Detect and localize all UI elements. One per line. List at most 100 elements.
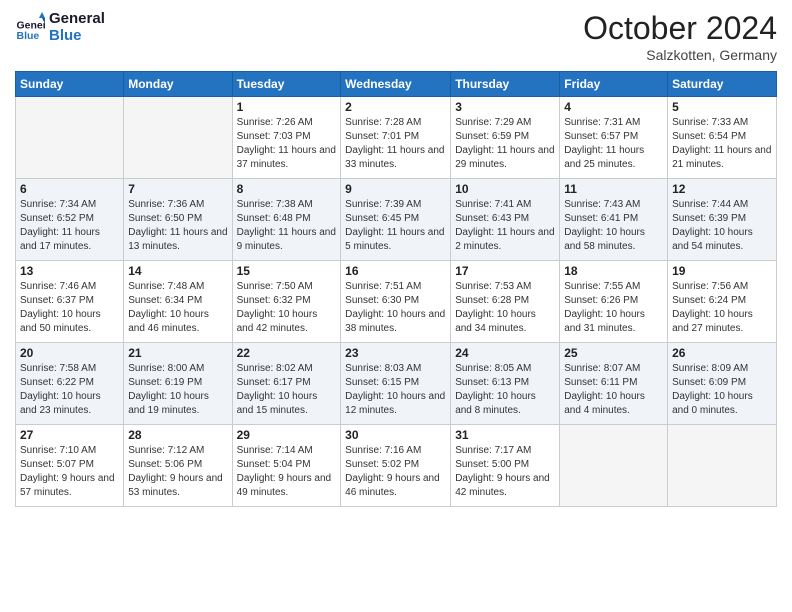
day-info: Sunrise: 7:36 AMSunset: 6:50 PMDaylight:…: [128, 198, 227, 254]
day-number: 19: [672, 264, 772, 278]
svg-text:Blue: Blue: [17, 30, 40, 42]
calendar-header-row: Sunday Monday Tuesday Wednesday Thursday…: [16, 72, 777, 97]
col-wednesday: Wednesday: [341, 72, 451, 97]
day-number: 6: [20, 182, 119, 196]
day-info: Sunrise: 7:31 AMSunset: 6:57 PMDaylight:…: [564, 116, 663, 172]
table-row: 6 Sunrise: 7:34 AMSunset: 6:52 PMDaylight…: [16, 179, 124, 261]
table-row: 19 Sunrise: 7:56 AMSunset: 6:24 PMDayligh…: [668, 261, 777, 343]
day-info: Sunrise: 7:10 AMSunset: 5:07 PMDaylight:…: [20, 444, 119, 500]
col-tuesday: Tuesday: [232, 72, 341, 97]
day-info: Sunrise: 8:03 AMSunset: 6:15 PMDaylight:…: [345, 362, 446, 418]
day-number: 9: [345, 182, 446, 196]
day-info: Sunrise: 7:34 AMSunset: 6:52 PMDaylight:…: [20, 198, 119, 254]
logo: General Blue General Blue: [15, 10, 105, 45]
logo-icon: General Blue: [15, 12, 45, 42]
calendar-week-row: 13 Sunrise: 7:46 AMSunset: 6:37 PMDayligh…: [16, 261, 777, 343]
table-row: 13 Sunrise: 7:46 AMSunset: 6:37 PMDayligh…: [16, 261, 124, 343]
day-number: 30: [345, 428, 446, 442]
day-number: 17: [455, 264, 555, 278]
day-number: 13: [20, 264, 119, 278]
day-info: Sunrise: 7:56 AMSunset: 6:24 PMDaylight:…: [672, 280, 772, 336]
day-number: 5: [672, 100, 772, 114]
day-info: Sunrise: 7:46 AMSunset: 6:37 PMDaylight:…: [20, 280, 119, 336]
col-monday: Monday: [124, 72, 232, 97]
table-row: 7 Sunrise: 7:36 AMSunset: 6:50 PMDaylight…: [124, 179, 232, 261]
col-saturday: Saturday: [668, 72, 777, 97]
day-info: Sunrise: 7:51 AMSunset: 6:30 PMDaylight:…: [345, 280, 446, 336]
table-row: 23 Sunrise: 8:03 AMSunset: 6:15 PMDayligh…: [341, 343, 451, 425]
table-row: 28Sunrise: 7:12 AMSunset: 5:06 PMDayligh…: [124, 425, 232, 507]
page-header: General Blue General Blue October 2024 S…: [15, 10, 777, 63]
month-title: October 2024: [583, 10, 777, 47]
day-info: Sunrise: 7:16 AMSunset: 5:02 PMDaylight:…: [345, 444, 446, 500]
day-number: 24: [455, 346, 555, 360]
day-info: Sunrise: 7:33 AMSunset: 6:54 PMDaylight:…: [672, 116, 772, 172]
calendar-week-row: 20Sunrise: 7:58 AMSunset: 6:22 PMDayligh…: [16, 343, 777, 425]
table-row: [16, 97, 124, 179]
day-info: Sunrise: 7:53 AMSunset: 6:28 PMDaylight:…: [455, 280, 555, 336]
table-row: 1Sunrise: 7:26 AMSunset: 7:03 PMDaylight…: [232, 97, 341, 179]
day-number: 23: [345, 346, 446, 360]
col-friday: Friday: [560, 72, 668, 97]
day-number: 22: [237, 346, 337, 360]
table-row: [124, 97, 232, 179]
day-info: Sunrise: 7:14 AMSunset: 5:04 PMDaylight:…: [237, 444, 337, 500]
day-info: Sunrise: 7:44 AMSunset: 6:39 PMDaylight:…: [672, 198, 772, 254]
day-info: Sunrise: 7:50 AMSunset: 6:32 PMDaylight:…: [237, 280, 337, 336]
table-row: 4 Sunrise: 7:31 AMSunset: 6:57 PMDaylight…: [560, 97, 668, 179]
table-row: 10 Sunrise: 7:41 AMSunset: 6:43 PMDayligh…: [451, 179, 560, 261]
table-row: 24 Sunrise: 8:05 AMSunset: 6:13 PMDayligh…: [451, 343, 560, 425]
table-row: 26 Sunrise: 8:09 AMSunset: 6:09 PMDayligh…: [668, 343, 777, 425]
day-number: 15: [237, 264, 337, 278]
location: Salzkotten, Germany: [583, 47, 777, 63]
table-row: 27 Sunrise: 7:10 AMSunset: 5:07 PMDayligh…: [16, 425, 124, 507]
day-number: 14: [128, 264, 227, 278]
table-row: 25 Sunrise: 8:07 AMSunset: 6:11 PMDayligh…: [560, 343, 668, 425]
day-number: 27: [20, 428, 119, 442]
day-number: 4: [564, 100, 663, 114]
day-info: Sunrise: 7:48 AMSunset: 6:34 PMDaylight:…: [128, 280, 227, 336]
table-row: 31 Sunrise: 7:17 AMSunset: 5:00 PMDayligh…: [451, 425, 560, 507]
day-info: Sunrise: 7:43 AMSunset: 6:41 PMDaylight:…: [564, 198, 663, 254]
day-info: Sunrise: 7:17 AMSunset: 5:00 PMDaylight:…: [455, 444, 555, 500]
day-number: 10: [455, 182, 555, 196]
day-number: 12: [672, 182, 772, 196]
day-info: Sunrise: 7:58 AMSunset: 6:22 PMDaylight:…: [20, 362, 119, 418]
table-row: 2Sunrise: 7:28 AMSunset: 7:01 PMDaylight…: [341, 97, 451, 179]
table-row: 11 Sunrise: 7:43 AMSunset: 6:41 PMDayligh…: [560, 179, 668, 261]
table-row: 5 Sunrise: 7:33 AMSunset: 6:54 PMDaylight…: [668, 97, 777, 179]
table-row: [668, 425, 777, 507]
day-info: Sunrise: 7:41 AMSunset: 6:43 PMDaylight:…: [455, 198, 555, 254]
day-info: Sunrise: 8:00 AMSunset: 6:19 PMDaylight:…: [128, 362, 227, 418]
day-info: Sunrise: 8:09 AMSunset: 6:09 PMDaylight:…: [672, 362, 772, 418]
day-number: 18: [564, 264, 663, 278]
logo-blue: Blue: [49, 27, 105, 44]
day-number: 8: [237, 182, 337, 196]
table-row: 29 Sunrise: 7:14 AMSunset: 5:04 PMDayligh…: [232, 425, 341, 507]
day-number: 21: [128, 346, 227, 360]
day-info: Sunrise: 7:26 AMSunset: 7:03 PMDaylight:…: [237, 116, 337, 172]
calendar-week-row: 27 Sunrise: 7:10 AMSunset: 5:07 PMDayligh…: [16, 425, 777, 507]
day-number: 3: [455, 100, 555, 114]
day-number: 26: [672, 346, 772, 360]
day-info: Sunrise: 8:05 AMSunset: 6:13 PMDaylight:…: [455, 362, 555, 418]
day-number: 25: [564, 346, 663, 360]
table-row: 30 Sunrise: 7:16 AMSunset: 5:02 PMDayligh…: [341, 425, 451, 507]
col-thursday: Thursday: [451, 72, 560, 97]
table-row: 16 Sunrise: 7:51 AMSunset: 6:30 PMDayligh…: [341, 261, 451, 343]
calendar-week-row: 1Sunrise: 7:26 AMSunset: 7:03 PMDaylight…: [16, 97, 777, 179]
table-row: 3Sunrise: 7:29 AMSunset: 6:59 PMDaylight…: [451, 97, 560, 179]
day-info: Sunrise: 8:07 AMSunset: 6:11 PMDaylight:…: [564, 362, 663, 418]
day-number: 11: [564, 182, 663, 196]
table-row: 21 Sunrise: 8:00 AMSunset: 6:19 PMDayligh…: [124, 343, 232, 425]
day-number: 31: [455, 428, 555, 442]
day-info: Sunrise: 7:12 AMSunset: 5:06 PMDaylight:…: [128, 444, 227, 500]
day-number: 7: [128, 182, 227, 196]
table-row: [560, 425, 668, 507]
day-number: 16: [345, 264, 446, 278]
day-info: Sunrise: 7:39 AMSunset: 6:45 PMDaylight:…: [345, 198, 446, 254]
day-info: Sunrise: 7:55 AMSunset: 6:26 PMDaylight:…: [564, 280, 663, 336]
table-row: 12 Sunrise: 7:44 AMSunset: 6:39 PMDayligh…: [668, 179, 777, 261]
title-section: October 2024 Salzkotten, Germany: [583, 10, 777, 63]
day-number: 29: [237, 428, 337, 442]
